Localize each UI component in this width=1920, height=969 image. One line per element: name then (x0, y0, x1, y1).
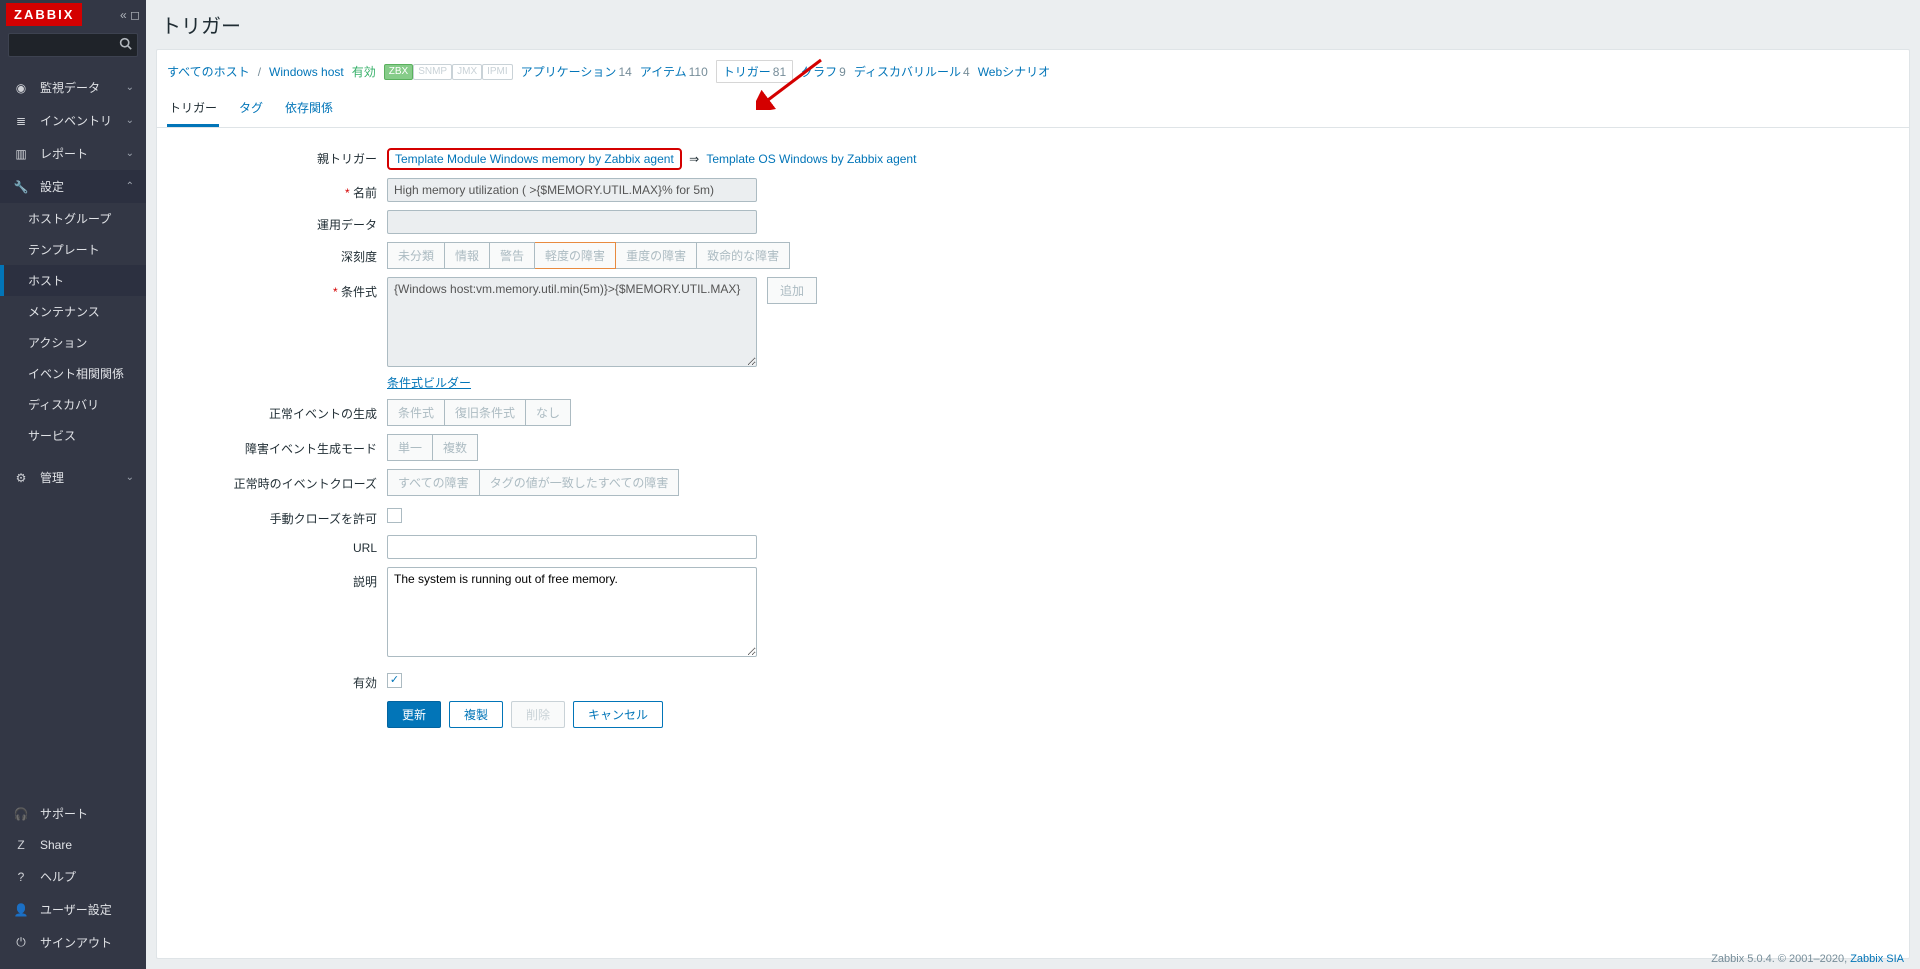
tab-tags[interactable]: タグ (237, 91, 265, 127)
search-icon[interactable] (119, 37, 132, 53)
label-desc: 説明 (167, 567, 387, 590)
nav-user[interactable]: 👤ユーザー設定 (0, 893, 146, 926)
label-manual: 手動クローズを許可 (167, 504, 387, 527)
chip-jmx: JMX (452, 64, 482, 80)
nav-inventory[interactable]: ≣インベントリ⌄ (0, 104, 146, 137)
probmode-1: 複数 (433, 434, 478, 461)
nav-logout[interactable]: ⏻サインアウト (0, 926, 146, 959)
page-title: トリガー (161, 10, 1905, 39)
label-opdata: 運用データ (167, 210, 387, 233)
expression-builder-link[interactable]: 条件式ビルダー (387, 374, 471, 391)
nav-admin[interactable]: ⚙管理⌄ (0, 461, 146, 494)
delete-button: 削除 (511, 701, 565, 728)
subnav-templates[interactable]: テンプレート (0, 234, 146, 265)
label-okclose: 正常時のイベントクローズ (167, 469, 387, 492)
bc-all-hosts[interactable]: すべてのホスト (167, 63, 250, 80)
bc-web[interactable]: Webシナリオ (978, 63, 1050, 80)
bc-items[interactable]: アイテム (640, 65, 687, 79)
subnav-actions[interactable]: アクション (0, 327, 146, 358)
gear-icon: ⚙ (12, 471, 30, 485)
sev-0: 未分類 (387, 242, 445, 269)
subnav-hosts[interactable]: ホスト (0, 265, 146, 296)
config-submenu: ホストグループ テンプレート ホスト メンテナンス アクション イベント相関関係… (0, 203, 146, 451)
name-field (387, 178, 757, 202)
description-field[interactable] (387, 567, 757, 657)
okgen-0: 条件式 (387, 399, 445, 426)
arrow-icon: ⇒ (689, 152, 699, 166)
chip-snmp: SNMP (413, 64, 452, 80)
footer: Zabbix 5.0.4. © 2001–2020, Zabbix SIA (1711, 953, 1904, 965)
footer-link[interactable]: Zabbix SIA (1850, 953, 1904, 965)
power-icon: ⏻ (12, 935, 30, 950)
parent-highlight-box: Template Module Windows memory by Zabbix… (387, 148, 682, 170)
logo[interactable]: ZABBIX (6, 3, 82, 26)
subnav-discovery[interactable]: ディスカバリ (0, 389, 146, 420)
breadcrumb: すべてのホスト / Windows host 有効 ZBXSNMPJMXIPMI… (157, 50, 1909, 91)
bc-triggers[interactable]: トリガー (723, 65, 771, 79)
user-icon: 👤 (12, 903, 30, 917)
bc-status: 有効 (352, 63, 376, 80)
probmode-0: 単一 (387, 434, 433, 461)
tabs: トリガー タグ 依存関係 (157, 91, 1909, 128)
sev-1: 情報 (445, 242, 490, 269)
nav-support[interactable]: 🎧サポート (0, 797, 146, 830)
bc-discovery[interactable]: ディスカバリルール (854, 65, 961, 79)
label-name: 名前 (167, 178, 387, 201)
label-parent: 親トリガー (167, 144, 387, 167)
sidebar: ZABBIX « ◻ ◉監視データ⌄ ≣インベントリ⌄ ▥レポート⌄ 🔧設定⌃ … (0, 0, 146, 969)
okclose-0: すべての障害 (387, 469, 480, 496)
parent-template-1[interactable]: Template Module Windows memory by Zabbix… (395, 152, 674, 166)
tab-trigger[interactable]: トリガー (167, 91, 219, 127)
help-icon: ? (12, 870, 30, 884)
eye-icon: ◉ (12, 81, 30, 95)
chip-ipmi: IPMI (482, 64, 513, 80)
nav-monitoring[interactable]: ◉監視データ⌄ (0, 71, 146, 104)
enabled-checkbox[interactable] (387, 673, 402, 688)
sev-4: 重度の障害 (616, 242, 697, 269)
z-icon: Z (12, 838, 30, 852)
parent-template-2[interactable]: Template OS Windows by Zabbix agent (706, 152, 916, 166)
subnav-correlation[interactable]: イベント相関関係 (0, 358, 146, 389)
subnav-hostgroups[interactable]: ホストグループ (0, 203, 146, 234)
sev-2: 警告 (490, 242, 535, 269)
sev-5: 致命的な障害 (697, 242, 790, 269)
label-probmode: 障害イベント生成モード (167, 434, 387, 457)
opdata-field (387, 210, 757, 234)
okclose-1: タグの値が一致したすべての障害 (480, 469, 680, 496)
nav-reports[interactable]: ▥レポート⌄ (0, 137, 146, 170)
nav-share[interactable]: ZShare (0, 830, 146, 860)
url-field[interactable] (387, 535, 757, 559)
label-okgen: 正常イベントの生成 (167, 399, 387, 422)
bc-graphs[interactable]: グラフ (801, 65, 837, 79)
wrench-icon: 🔧 (12, 180, 30, 194)
support-icon: 🎧 (12, 807, 30, 821)
chip-zbx: ZBX (384, 64, 413, 80)
expression-field (387, 277, 757, 367)
subnav-services[interactable]: サービス (0, 420, 146, 451)
add-button: 追加 (767, 277, 817, 304)
label-enabled: 有効 (167, 668, 387, 691)
nav-config[interactable]: 🔧設定⌃ (0, 170, 146, 203)
label-expr: 条件式 (167, 277, 387, 300)
okgen-2: なし (526, 399, 571, 426)
manual-close-checkbox (387, 508, 402, 523)
clone-button[interactable]: 複製 (449, 701, 503, 728)
list-icon: ≣ (12, 114, 30, 128)
bc-host[interactable]: Windows host (269, 65, 344, 79)
update-button[interactable]: 更新 (387, 701, 441, 728)
label-url: URL (167, 535, 387, 555)
content-card: すべてのホスト / Windows host 有効 ZBXSNMPJMXIPMI… (156, 49, 1910, 959)
collapse-icon[interactable]: « ◻ (120, 8, 140, 22)
okgen-1: 復旧条件式 (445, 399, 526, 426)
tab-deps[interactable]: 依存関係 (283, 91, 335, 127)
label-severity: 深刻度 (167, 242, 387, 265)
bc-apps[interactable]: アプリケーション (521, 65, 617, 79)
cancel-button[interactable]: キャンセル (573, 701, 663, 728)
chart-icon: ▥ (12, 147, 30, 161)
subnav-maintenance[interactable]: メンテナンス (0, 296, 146, 327)
nav-help[interactable]: ?ヘルプ (0, 860, 146, 893)
sev-3: 軽度の障害 (535, 242, 616, 269)
